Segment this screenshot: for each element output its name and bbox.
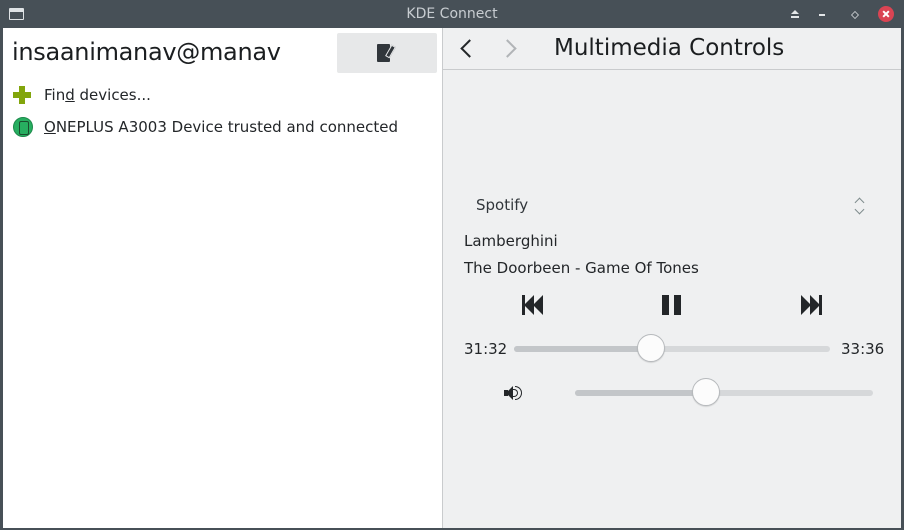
close-icon[interactable]: [878, 6, 894, 22]
previous-button[interactable]: [512, 290, 552, 320]
smartphone-icon: [13, 117, 33, 137]
track-title: Lamberghini: [464, 232, 558, 250]
position-time: 31:32: [464, 340, 508, 358]
device-label: ONEPLUS A3003 Device trusted and connect…: [44, 118, 399, 136]
player-select[interactable]: Spotify: [465, 191, 877, 221]
go-next-icon[interactable]: [501, 38, 521, 60]
track-artist: The Doorbeen - Game Of Tones: [464, 259, 699, 277]
find-devices-label: Find devices...: [44, 86, 151, 104]
length-time: 33:36: [841, 340, 885, 358]
position-slider[interactable]: [514, 334, 830, 362]
plugin-header: Multimedia Controls: [443, 28, 901, 70]
title-bar[interactable]: KDE Connect: [0, 0, 904, 28]
hostname-label: insaanimanav@manav: [12, 38, 281, 66]
next-button[interactable]: [792, 290, 832, 320]
edit-rename-icon: [377, 44, 396, 62]
audio-volume-icon: [504, 385, 524, 401]
play-pause-button[interactable]: [652, 290, 692, 320]
volume-slider[interactable]: [575, 378, 873, 406]
maximize-icon[interactable]: [846, 6, 862, 22]
kde-connect-window: KDE Connect insaanimanav@manav Find devi…: [0, 0, 904, 530]
go-previous-icon[interactable]: [455, 38, 475, 60]
plus-icon: [13, 86, 31, 104]
player-select-value: Spotify: [476, 196, 529, 214]
device-list-pane: insaanimanav@manav Find devices... ONEPL…: [3, 28, 442, 528]
window-title: KDE Connect: [406, 6, 498, 22]
rename-button[interactable]: [337, 33, 437, 73]
minimize-icon[interactable]: [814, 6, 830, 22]
volume-slider-handle[interactable]: [692, 378, 721, 406]
keep-above-icon[interactable]: [787, 6, 803, 22]
position-slider-fill: [514, 346, 652, 352]
volume-slider-fill: [575, 390, 707, 396]
position-slider-handle[interactable]: [637, 334, 666, 362]
chevron-up-down-icon: [853, 194, 867, 218]
page-title: Multimedia Controls: [554, 35, 785, 61]
plugin-pane: Multimedia Controls Spotify Lamberghini …: [443, 28, 901, 528]
